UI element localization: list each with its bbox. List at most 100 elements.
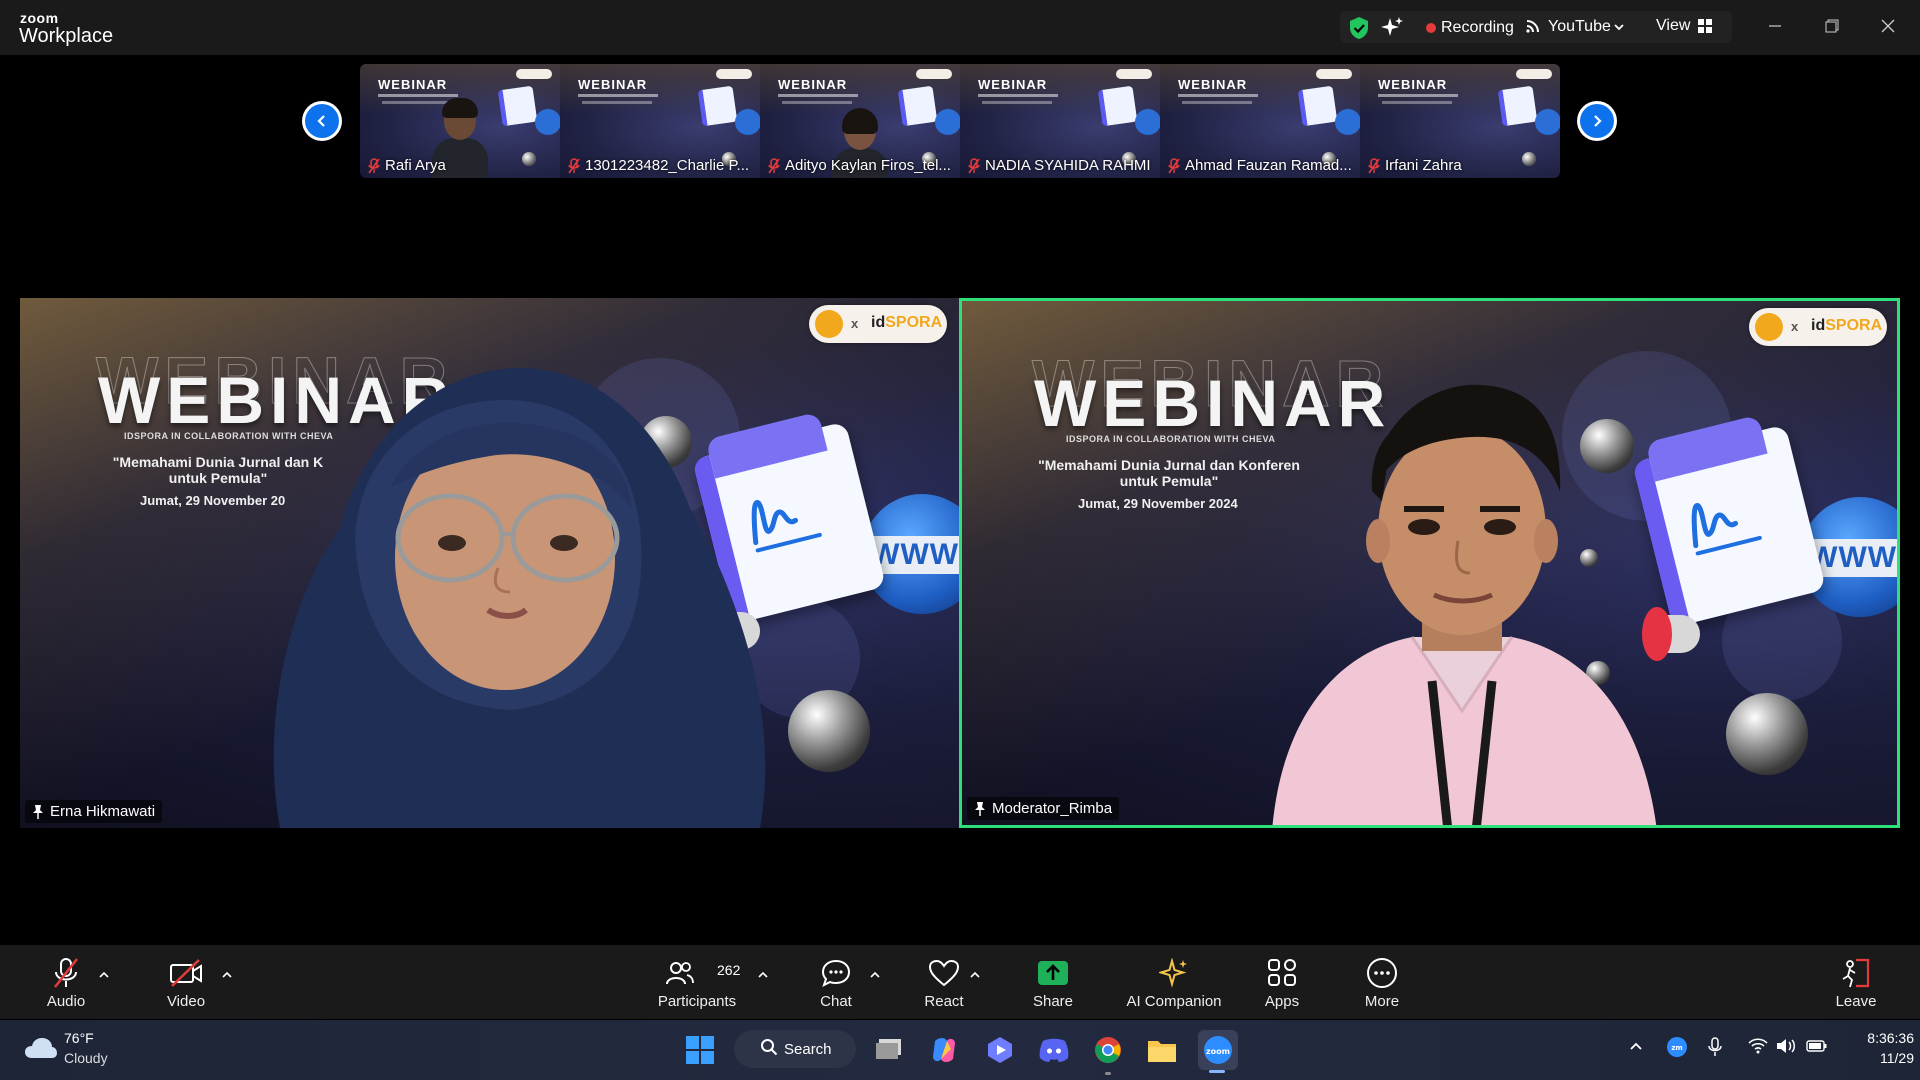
participant-thumbnail[interactable]: WEBINAR Ahmad Fauzan Ramad...	[1160, 64, 1360, 178]
participant-thumbnail[interactable]: WEBINAR Irfani Zahra	[1360, 64, 1560, 178]
thumb-subtitle-line	[1182, 101, 1252, 104]
globe-graphic	[1135, 109, 1160, 135]
apps-button[interactable]: Apps	[1262, 945, 1302, 1019]
participant-strip: WEBINAR Rafi Arya WEBINAR 1301223482_Cha…	[360, 64, 1560, 178]
video-tile-moderator[interactable]: WEBINAR WEBINAR IDSPORA IN COLLABORATION…	[959, 298, 1900, 828]
file-explorer-icon[interactable]	[1142, 1030, 1182, 1070]
wifi-icon[interactable]	[1748, 1038, 1768, 1059]
video-button[interactable]: Video	[158, 945, 214, 1019]
react-button[interactable]: React	[920, 945, 968, 1019]
participant-name: Adityo Kaylan Firos_tel...	[785, 157, 951, 174]
logo-x: x	[851, 316, 859, 331]
doc-graphic	[897, 85, 938, 127]
zoom-taskbar-icon[interactable]: zoom	[1198, 1030, 1238, 1070]
participant-name-tag: NADIA SYAHIDA RAHMI	[968, 157, 1151, 174]
restore-icon[interactable]	[1810, 8, 1854, 44]
zoom-tray-icon[interactable]: zm	[1666, 1036, 1688, 1063]
chat-icon	[821, 957, 851, 989]
running-indicator	[1105, 1072, 1111, 1075]
windows-icon[interactable]	[680, 1030, 720, 1070]
logo-prefix: id	[871, 314, 886, 331]
participant-name: 1301223482_Charlie P...	[585, 157, 750, 174]
chat-options-caret[interactable]	[869, 967, 881, 985]
stream-target[interactable]: YouTube	[1548, 18, 1611, 36]
chevron-right-icon	[1580, 104, 1614, 138]
thumb-title: WEBINAR	[578, 77, 648, 92]
mic-off-icon	[1368, 157, 1380, 173]
apps-label: Apps	[1264, 993, 1300, 1010]
more-button[interactable]: More	[1362, 945, 1402, 1019]
participant-thumbnail[interactable]: WEBINAR Adityo Kaylan Firos_tel...	[760, 64, 960, 178]
participant-thumbnail[interactable]: WEBINAR Rafi Arya	[360, 64, 560, 178]
weather-temp[interactable]: 76°F	[64, 1030, 94, 1046]
battery-icon[interactable]	[1806, 1038, 1828, 1059]
thumb-subtitle-line	[982, 101, 1052, 104]
mic-off-icon	[568, 157, 580, 173]
share-label: Share	[1032, 993, 1074, 1010]
participant-name: NADIA SYAHIDA RAHMI	[985, 157, 1151, 174]
thumb-subtitle-line	[782, 101, 852, 104]
video-tile-erna[interactable]: WEBINAR WEBINAR IDSPORA IN COLLABORATION…	[20, 298, 959, 828]
record-dot-icon	[1426, 23, 1436, 33]
thumb-logo	[1516, 69, 1552, 79]
participants-options-caret[interactable]	[757, 967, 769, 985]
participants-button[interactable]: Participants	[652, 945, 742, 1019]
view-button[interactable]: View	[1656, 17, 1690, 35]
brand-zoom: zoom	[20, 10, 59, 26]
thumb-logo	[516, 69, 552, 79]
microphone-icon[interactable]	[1708, 1037, 1722, 1062]
copilot-icon[interactable]	[924, 1030, 964, 1070]
participant-thumbnail[interactable]: WEBINAR 1301223482_Charlie P...	[560, 64, 760, 178]
thumb-logo	[716, 69, 752, 79]
thumb-subtitle-line	[1378, 94, 1458, 97]
strip-next-button[interactable]	[1577, 101, 1617, 141]
clock-date[interactable]: 11/29	[1864, 1050, 1914, 1066]
mic-off-icon	[1168, 157, 1180, 173]
doc-graphic	[1297, 85, 1338, 127]
cheva-logo-icon	[1755, 313, 1783, 341]
video-label: Video	[166, 993, 206, 1010]
active-app-indicator	[1209, 1070, 1225, 1073]
chrome-icon[interactable]	[1088, 1030, 1128, 1070]
meeting-controls: Audio Video Participants 262 Chat React	[0, 945, 1920, 1019]
thumb-subtitle-line	[1178, 94, 1258, 97]
participant-thumbnail[interactable]: WEBINAR NADIA SYAHIDA RAHMI	[960, 64, 1160, 178]
doc-graphic	[1097, 85, 1138, 127]
discord-icon[interactable]	[1034, 1030, 1074, 1070]
video-options-caret[interactable]	[221, 967, 233, 985]
task-view-icon[interactable]	[870, 1030, 910, 1070]
search-label: Search	[784, 1040, 832, 1058]
media-player-icon[interactable]	[980, 1030, 1020, 1070]
tray-expand-icon[interactable]	[1628, 1038, 1644, 1059]
close-icon[interactable]	[1866, 8, 1910, 44]
recording-indicator[interactable]: Recording	[1441, 19, 1514, 37]
more-icon	[1366, 957, 1398, 989]
shield-icon[interactable]	[1348, 16, 1370, 45]
chevron-down-icon[interactable]	[1613, 20, 1625, 38]
speaker-name: Erna Hikmawati	[50, 803, 156, 820]
taskbar-search[interactable]: Search	[734, 1030, 856, 1068]
minimize-icon[interactable]	[1753, 8, 1797, 44]
react-options-caret[interactable]	[969, 967, 981, 985]
ai-companion-button[interactable]: AI Companion	[1122, 945, 1226, 1019]
leave-button[interactable]: Leave	[1834, 945, 1878, 1019]
strip-prev-button[interactable]	[302, 101, 342, 141]
heart-icon	[928, 957, 960, 989]
globe-graphic	[1535, 109, 1560, 135]
volume-icon[interactable]	[1776, 1038, 1796, 1059]
cloud-icon[interactable]	[24, 1036, 58, 1065]
react-label: React	[924, 993, 964, 1010]
audio-options-caret[interactable]	[98, 967, 110, 985]
share-button[interactable]: Share	[1030, 945, 1076, 1019]
audio-button[interactable]: Audio	[40, 945, 92, 1019]
mic-off-icon	[51, 957, 81, 989]
leave-icon	[1840, 957, 1872, 989]
chat-button[interactable]: Chat	[814, 945, 858, 1019]
clock-time[interactable]: 8:36:36	[1864, 1030, 1914, 1046]
thumb-title: WEBINAR	[978, 77, 1048, 92]
sphere-graphic	[1726, 693, 1808, 775]
grid-icon[interactable]	[1697, 18, 1713, 39]
mic-off-icon	[768, 157, 780, 173]
sparkle-icon[interactable]	[1380, 16, 1404, 45]
weather-condition[interactable]: Cloudy	[64, 1050, 108, 1066]
